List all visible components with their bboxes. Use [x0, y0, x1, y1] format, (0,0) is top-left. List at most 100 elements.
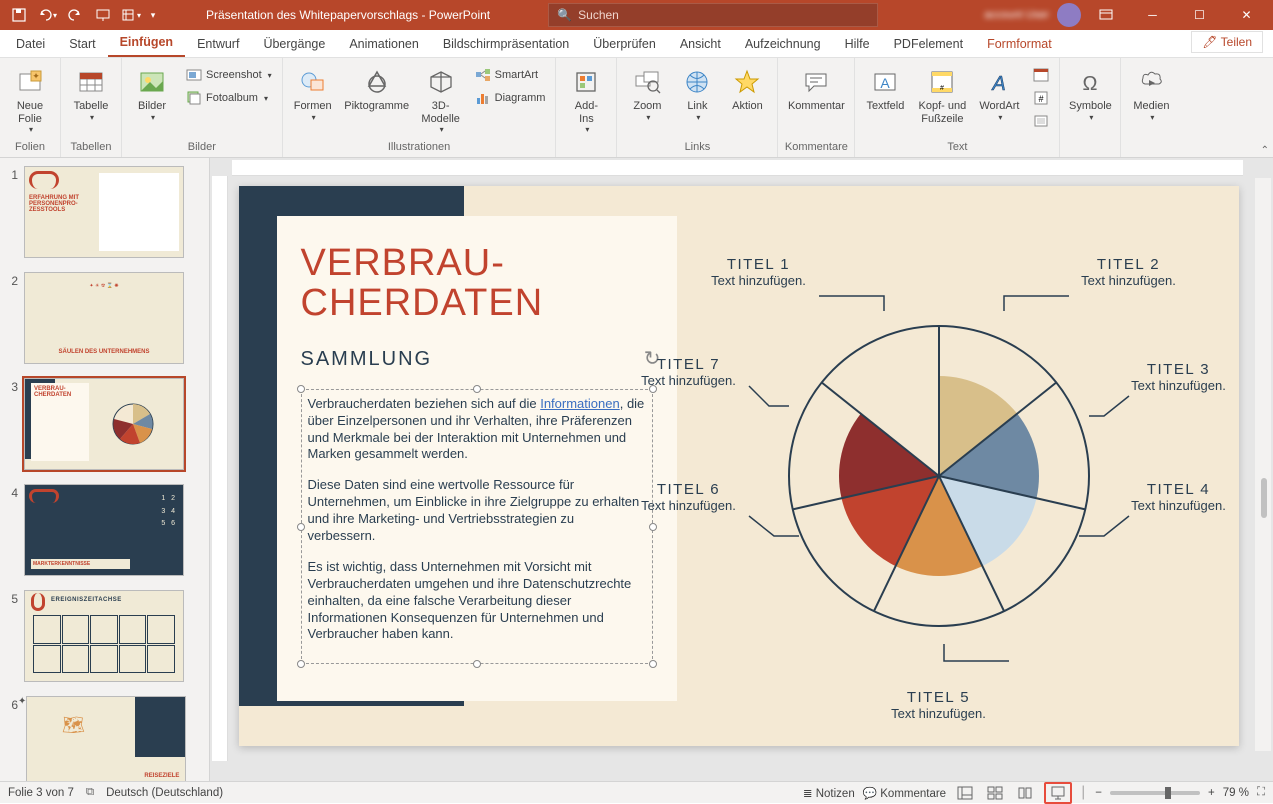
wordart-button[interactable]: A WordArt▾ — [975, 64, 1023, 124]
tab-uebergaenge[interactable]: Übergänge — [251, 33, 337, 57]
group-tabellen: Tabelle▾ Tabellen — [61, 58, 122, 157]
comments-button[interactable]: 💬 Kommentare — [863, 786, 946, 800]
selection-handle[interactable] — [297, 385, 305, 393]
tab-bildschirmpraesentation[interactable]: Bildschirmpräsentation — [431, 33, 581, 57]
icons-button[interactable]: Piktogramme — [343, 64, 411, 115]
ribbon-display-options-button[interactable] — [1083, 0, 1128, 30]
3d-models-button[interactable]: 3D- Modelle▾ — [417, 64, 465, 136]
chart-button[interactable]: Diagramm — [471, 87, 550, 109]
smartart-button[interactable]: SmartArt — [471, 64, 550, 86]
body-text[interactable]: Verbraucherdaten beziehen sich auf die I… — [308, 396, 646, 644]
zoom-level[interactable]: 79 % — [1223, 787, 1249, 799]
selection-handle[interactable] — [473, 385, 481, 393]
diagram-label-2[interactable]: TITEL 2Text hinzufügen. — [1069, 256, 1189, 288]
fit-window-button[interactable]: ⛶ — [1257, 786, 1265, 799]
thumbnail-4[interactable]: 4 MARKTERKENNTNISSE 1 23 45 6 — [4, 484, 205, 576]
collapse-ribbon-button[interactable]: ⌃ — [1261, 145, 1269, 156]
thumbnail-2[interactable]: 2 SÄULEN DES UNTERNEHMENS ✦ ☀ ☢ ⌛ ✺ — [4, 272, 205, 364]
smartart-diagram[interactable]: TITEL 1Text hinzufügen. TITEL 2Text hinz… — [659, 256, 1219, 696]
zoom-button[interactable]: Zoom▾ — [623, 64, 671, 124]
action-button[interactable]: Aktion — [723, 64, 771, 115]
comment-button[interactable]: Kommentar — [784, 64, 848, 115]
share-button[interactable]: 🖊 Teilen — [1191, 31, 1263, 53]
diagram-label-7[interactable]: TITEL 7Text hinzufügen. — [629, 356, 749, 388]
slide-title[interactable]: VERBRAU-CHERDATEN — [301, 244, 653, 324]
thumbnail-1[interactable]: 1 ERFAHRUNG MIT PERSONENPRO-ZESSTOOLS — [4, 166, 205, 258]
tab-einfuegen[interactable]: Einfügen — [108, 31, 185, 57]
body-text-frame[interactable]: Verbraucherdaten beziehen sich auf die I… — [301, 389, 653, 665]
normal-view-button[interactable] — [954, 784, 976, 802]
selection-handle[interactable] — [473, 660, 481, 668]
redo-button[interactable] — [62, 2, 88, 28]
maximize-button[interactable]: ☐ — [1177, 0, 1222, 30]
tab-start[interactable]: Start — [57, 33, 107, 57]
diagram-label-1[interactable]: TITEL 1Text hinzufügen. — [699, 256, 819, 288]
slide-counter[interactable]: Folie 3 von 7 — [8, 787, 74, 799]
current-slide[interactable]: VERBRAU-CHERDATEN SAMMLUNG ↻ Verb — [239, 186, 1239, 746]
search-box[interactable]: 🔍 Suchen — [548, 3, 878, 27]
slideshow-view-button[interactable] — [1044, 782, 1072, 804]
selection-handle[interactable] — [649, 660, 657, 668]
tab-hilfe[interactable]: Hilfe — [833, 33, 882, 57]
media-button[interactable]: Medien▾ — [1127, 64, 1175, 124]
reading-view-button[interactable] — [1014, 784, 1036, 802]
selection-handle[interactable] — [649, 523, 657, 531]
close-button[interactable]: ✕ — [1224, 0, 1269, 30]
object-button[interactable] — [1029, 110, 1053, 132]
photo-album-button[interactable]: Fotoalbum▾ — [182, 87, 276, 109]
notes-button[interactable]: ≣ Notizen — [803, 786, 855, 800]
thumbnail-6[interactable]: 6 ✦ REISEZIELE 🗺 — [4, 696, 205, 781]
diagram-label-5[interactable]: TITEL 5Text hinzufügen. — [879, 689, 999, 721]
language-indicator[interactable]: Deutsch (Deutschland) — [106, 787, 223, 799]
tab-ansicht[interactable]: Ansicht — [668, 33, 733, 57]
textbox-button[interactable]: A Textfeld — [861, 64, 909, 115]
link-button[interactable]: Link▾ — [677, 64, 717, 124]
slide-sorter-view-button[interactable] — [984, 784, 1006, 802]
addins-button[interactable]: Add- Ins▾ — [562, 64, 610, 136]
tab-ueberpruefen[interactable]: Überprüfen — [581, 33, 668, 57]
table-button[interactable]: Tabelle▾ — [67, 64, 115, 124]
symbols-button[interactable]: Ω Symbole▾ — [1066, 64, 1114, 124]
undo-button[interactable]: ▾ — [34, 2, 60, 28]
quick-access-toolbar: ▾ ▾ ▾ — [0, 2, 166, 28]
accessibility-icon[interactable]: ⧉ — [86, 786, 94, 799]
slide-thumbnails-panel[interactable]: 1 ERFAHRUNG MIT PERSONENPRO-ZESSTOOLS 2 … — [0, 158, 210, 781]
tab-formformat[interactable]: Formformat — [975, 33, 1064, 57]
minimize-button[interactable]: ─ — [1130, 0, 1175, 30]
user-name: account User — [978, 9, 1055, 21]
slide-subtitle[interactable]: SAMMLUNG ↻ — [301, 348, 653, 371]
save-button[interactable] — [6, 2, 32, 28]
tab-aufzeichnung[interactable]: Aufzeichnung — [733, 33, 833, 57]
selection-handle[interactable] — [297, 523, 305, 531]
group-links: Zoom▾ Link▾ Aktion Links — [617, 58, 778, 157]
header-footer-button[interactable]: # Kopf- und Fußzeile — [915, 64, 969, 127]
informationen-link[interactable]: Informationen — [540, 396, 620, 411]
search-icon: 🔍 — [557, 8, 572, 22]
customize-qat-button[interactable]: ▾ — [146, 2, 160, 28]
content-text-box[interactable]: VERBRAU-CHERDATEN SAMMLUNG ↻ Verb — [277, 216, 677, 701]
shapes-button[interactable]: Formen▾ — [289, 64, 337, 124]
new-slide-button[interactable]: ✦ Neue Folie▾ — [6, 64, 54, 136]
slide-editor-area[interactable]: VERBRAU-CHERDATEN SAMMLUNG ↻ Verb — [210, 158, 1273, 781]
vertical-scrollbar[interactable] — [1255, 178, 1271, 751]
tab-datei[interactable]: Datei — [4, 33, 57, 57]
pictures-button[interactable]: Bilder▾ — [128, 64, 176, 124]
tab-entwurf[interactable]: Entwurf — [185, 33, 251, 57]
selection-handle[interactable] — [297, 660, 305, 668]
zoom-in-button[interactable]: + — [1208, 787, 1215, 799]
tab-animationen[interactable]: Animationen — [337, 33, 431, 57]
date-time-button[interactable] — [1029, 64, 1053, 86]
diagram-label-4[interactable]: TITEL 4Text hinzufügen. — [1119, 481, 1239, 513]
tab-pdfelement[interactable]: PDFelement — [882, 33, 975, 57]
diagram-label-6[interactable]: TITEL 6Text hinzufügen. — [629, 481, 749, 513]
thumbnail-5[interactable]: 5 EREIGNISZEITACHSE — [4, 590, 205, 682]
diagram-label-3[interactable]: TITEL 3Text hinzufügen. — [1119, 361, 1239, 393]
slide-number-button[interactable]: # — [1029, 87, 1053, 109]
zoom-out-button[interactable]: − — [1095, 787, 1102, 799]
screenshot-button[interactable]: Screenshot▾ — [182, 64, 276, 86]
thumbnail-3[interactable]: 3 VERBRAU-CHERDATEN — [4, 378, 205, 470]
more-qat-button[interactable]: ▾ — [118, 2, 144, 28]
zoom-slider[interactable] — [1110, 791, 1200, 795]
start-from-beginning-button[interactable] — [90, 2, 116, 28]
user-avatar[interactable] — [1057, 3, 1081, 27]
